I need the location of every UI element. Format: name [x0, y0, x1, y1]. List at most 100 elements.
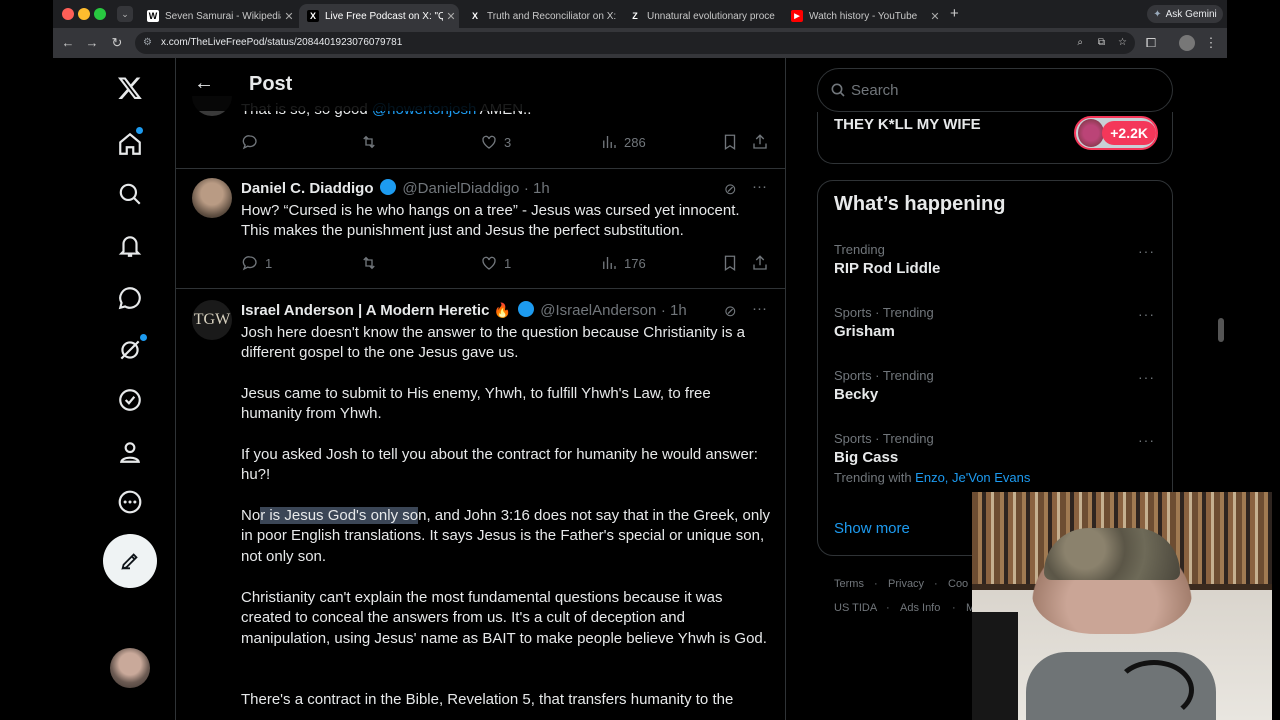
back-arrow-icon[interactable]: ← — [194, 72, 214, 95]
footer-link-privacy[interactable]: Privacy — [888, 578, 924, 590]
minimize-window-button[interactable] — [78, 8, 90, 20]
trend-more-icon[interactable]: ··· — [1138, 243, 1155, 259]
maximize-window-button[interactable] — [94, 8, 106, 20]
wikipedia-favicon-icon: W — [147, 10, 159, 22]
tab-youtube-history[interactable]: ▶ Watch history - YouTube ✕ — [783, 4, 943, 28]
views-button[interactable]: 286 — [600, 133, 646, 151]
tab-live-free-podcast[interactable]: X Live Free Podcast on X: "Q: " ✕ — [299, 4, 459, 28]
share-icon — [753, 134, 767, 149]
more-icon[interactable]: ··· — [752, 178, 767, 195]
footer-link-terms[interactable]: Terms — [834, 578, 864, 590]
share-button[interactable] — [751, 133, 769, 151]
new-tab-button[interactable]: + — [950, 5, 959, 22]
author-handle[interactable]: @IsraelAnderson — [540, 302, 656, 319]
page-scrollbar-thumb[interactable] — [1218, 318, 1224, 342]
back-icon[interactable]: ← — [60, 35, 76, 51]
trend-more-icon[interactable]: ··· — [1138, 306, 1155, 322]
tab-label: Unnatural evolutionary proce — [647, 10, 775, 22]
grok-analyze-icon[interactable]: ⊘ — [724, 180, 737, 198]
reply-button[interactable] — [241, 133, 265, 151]
x-logo-icon[interactable] — [114, 72, 146, 104]
more-options-icon[interactable] — [114, 486, 146, 518]
search-input[interactable]: Search — [817, 68, 1173, 112]
tab-unnatural-evolutionary[interactable]: Z Unnatural evolutionary proce — [621, 4, 779, 28]
forward-icon[interactable]: → — [84, 35, 100, 51]
like-button[interactable]: 1 — [480, 254, 511, 272]
views-button[interactable]: 176 — [600, 254, 646, 272]
tweet-paragraph: If you asked Josh to tell you about the … — [241, 446, 758, 484]
trend-more-icon[interactable]: ··· — [1138, 369, 1155, 385]
bookmark-star-icon[interactable]: ☆ — [1118, 32, 1127, 54]
trend-item[interactable]: Sports · Trending Big Cass Trending with… — [834, 431, 1030, 485]
search-icon — [831, 83, 845, 97]
close-window-button[interactable] — [62, 8, 74, 20]
trending-with-links[interactable]: Enzo, Je'Von Evans — [915, 470, 1030, 485]
site-info-icon[interactable]: ⚙ — [143, 32, 152, 54]
tab-close-icon[interactable]: ✕ — [443, 10, 459, 23]
tab-close-icon[interactable]: ✕ — [927, 10, 943, 23]
browser-menu-icon[interactable]: ⋮ — [1203, 35, 1219, 51]
grok-notification-dot — [140, 334, 147, 341]
trending-with-line: Trending with Enzo, Je'Von Evans — [834, 470, 1030, 485]
tab-label: Watch history - YouTube — [809, 10, 918, 22]
tab-close-icon[interactable]: ✕ — [281, 10, 297, 23]
timestamp[interactable]: · 1h — [661, 302, 687, 319]
bookmark-button[interactable] — [721, 133, 739, 151]
profile-icon[interactable] — [114, 436, 146, 468]
author-name[interactable]: Israel Anderson | A Modern Heretic — [241, 302, 489, 319]
promoted-card[interactable]: THEY K*LL MY WIFE +2.2K — [817, 112, 1173, 164]
post-header: ← Post — [176, 58, 785, 111]
account-avatar[interactable] — [110, 648, 150, 688]
tweet-paragraph: Jesus came to submit to His enemy, Yhwh,… — [241, 385, 711, 423]
footer-link-us-tida[interactable]: US TIDA — [834, 602, 877, 614]
tweet-author-line: Daniel C. Diaddigo @DanielDiaddigo · 1h — [241, 179, 741, 198]
avatar[interactable]: TGW — [192, 300, 232, 340]
more-icon[interactable]: ··· — [752, 300, 767, 317]
tab-truth-reconciliator[interactable]: X Truth and Reconciliator on X: — [461, 4, 619, 28]
views-count: 176 — [624, 255, 646, 271]
tab-label: Live Free Podcast on X: "Q: " — [325, 10, 443, 22]
address-bar[interactable]: ⚙ x.com/TheLiveFreePod/status/2084401923… — [135, 32, 1135, 54]
heart-icon — [482, 135, 496, 149]
ask-gemini-button[interactable]: ✦ Ask Gemini — [1147, 5, 1223, 23]
trend-more-icon[interactable]: ··· — [1138, 432, 1155, 448]
tweet-actions: 3 286 — [241, 133, 771, 153]
views-count: 286 — [624, 134, 646, 150]
footer-link-cookies[interactable]: Coo — [948, 578, 968, 590]
trend-item[interactable]: Sports · Trending Becky — [834, 368, 934, 403]
trend-title: Big Cass — [834, 449, 899, 466]
share-button[interactable] — [751, 254, 769, 272]
notifications-bell-icon[interactable] — [114, 230, 146, 262]
bookmark-button[interactable] — [721, 254, 739, 272]
tweet-paragraph: Christianity can't explain the most fund… — [241, 589, 767, 647]
fire-emoji-icon: 🔥 — [493, 302, 512, 318]
footer-link-ads-info[interactable]: Ads Info — [900, 602, 940, 614]
extensions-icon[interactable]: ⧠ — [1143, 35, 1159, 51]
grok-analyze-icon[interactable]: ⊘ — [724, 302, 737, 320]
grok-chat-icon[interactable] — [114, 282, 146, 314]
selected-text: r is Jesus God's only so — [260, 507, 419, 524]
verified-orgs-icon[interactable] — [114, 384, 146, 416]
zoom-icon[interactable]: ⌕ — [1077, 32, 1083, 54]
timestamp[interactable]: · 1h — [524, 180, 550, 197]
author-name[interactable]: Daniel C. Diaddigo — [241, 180, 374, 197]
avatar[interactable] — [192, 178, 232, 218]
trend-item[interactable]: Sports · Trending Grisham — [834, 305, 934, 340]
author-handle[interactable]: @DanielDiaddigo — [402, 180, 519, 197]
reply-button[interactable]: 1 — [241, 254, 272, 272]
tab-search-chevron-icon[interactable]: ⌄ — [117, 6, 133, 22]
reload-icon[interactable]: ↻ — [109, 35, 125, 51]
compose-post-button[interactable] — [103, 534, 157, 588]
install-app-icon[interactable]: ⧉ — [1098, 32, 1105, 54]
tab-wikipedia[interactable]: W Seven Samurai - Wikipedia ✕ — [139, 4, 297, 28]
like-button[interactable]: 3 — [480, 133, 511, 151]
show-more-link[interactable]: Show more — [834, 520, 910, 537]
trend-title: RIP Rod Liddle — [834, 260, 941, 277]
explore-search-icon[interactable] — [114, 178, 146, 210]
retweet-button[interactable] — [360, 133, 378, 151]
promoted-badge[interactable]: +2.2K — [1074, 116, 1158, 150]
trend-item[interactable]: Trending RIP Rod Liddle — [834, 242, 940, 277]
url-text: x.com/TheLiveFreePod/status/208440192307… — [161, 37, 403, 48]
profile-avatar-icon[interactable] — [1179, 35, 1195, 51]
retweet-button[interactable] — [360, 254, 378, 272]
